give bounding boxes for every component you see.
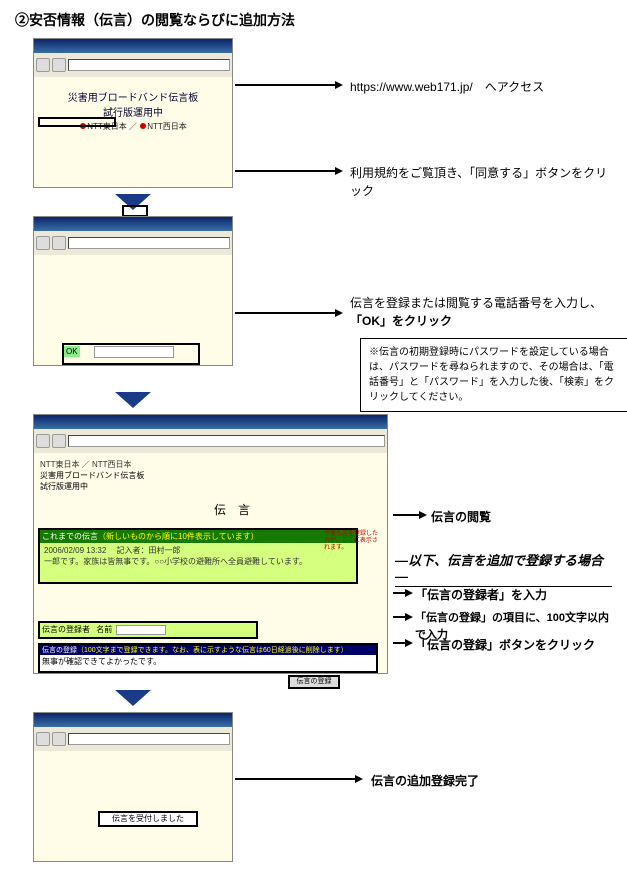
ie-titlebar [34, 217, 232, 231]
msglist-title-note: （新しいものから順に10件表示しています） [98, 532, 259, 541]
msginput-title-text: 伝言の登録 [42, 647, 77, 654]
highlight-url [38, 117, 116, 127]
arrow-2 [235, 170, 335, 172]
msginput-content: 無事が確認できてよかったです。 [40, 655, 376, 668]
step-3: NTT東日本 ／ NTT西日本 災害用ブロードバンド伝言板 試行版運用中 伝 言… [15, 414, 612, 684]
arrow-7 [393, 642, 405, 644]
ie-body-2: OK [34, 255, 232, 365]
ie-titlebar [34, 39, 232, 53]
ss3-ntt: NTT東日本 ／ NTT西日本 [40, 459, 381, 470]
message-input-box: 伝言の登録（100文字まで登録できます。なお、表に示すような伝言は60日経過後に… [38, 643, 378, 673]
right-red-note: 今後も言を登録した方が、ここに表示されます。 [324, 531, 378, 571]
arrow-5 [393, 592, 405, 594]
body-title-1: 災害用ブロードバンド伝言板 [38, 89, 228, 104]
ie-addressbar [68, 733, 230, 745]
ie-back-icon [36, 58, 50, 72]
msg-date: 2006/02/09 13:32 [44, 546, 106, 555]
msg-name: 田村一郎 [149, 546, 181, 555]
phone-line2: 「OK」をクリック [350, 312, 627, 330]
arrow-8 [235, 778, 355, 780]
ss3-header: NTT東日本 ／ NTT西日本 災害用ブロードバンド伝言板 試行版運用中 [38, 457, 383, 494]
msginput-title: 伝言の登録（100文字まで登録できます。なお、表に示すような伝言は60日経過後に… [40, 645, 376, 655]
screenshot-1: 災害用ブロードバンド伝言板 試行版運用中 NTT東日本 ／ NTT西日本 [33, 38, 233, 188]
ntt-west: NTT西日本 [147, 122, 187, 131]
desc-phone: 伝言を登録または閲覧する電話番号を入力し、 「OK」をクリック ※伝言の初期登録… [350, 294, 627, 412]
ie-fwd-icon [52, 434, 66, 448]
dengon-heading: 伝 言 [214, 501, 250, 518]
screenshot-3: NTT東日本 ／ NTT西日本 災害用ブロードバンド伝言板 試行版運用中 伝 言… [33, 414, 388, 674]
desc-view: 伝言の閲覧 [431, 508, 491, 526]
msglist-title-text: これまでの伝言 [42, 532, 98, 541]
desc-agree: 利用規約をご覧頂き、「同意する」ボタンをクリック [350, 164, 612, 200]
msglist-content: 2006/02/09 13:32 記入者：田村一郎 一郎です。家族は皆無事です。… [40, 543, 356, 569]
down-arrow-icon [115, 690, 151, 706]
ie-titlebar [34, 713, 232, 727]
password-note: ※伝言の初期登録時にパスワードを設定している場合は、パスワードを尋ねられますので… [360, 338, 627, 412]
mid-divider-label: ―以下、伝言を追加で登録する場合― [395, 550, 612, 587]
down-arrow-icon [115, 392, 151, 408]
ie-toolbar [34, 727, 232, 751]
ss3-sub2: 試行版運用中 [40, 481, 381, 492]
page-title: ②安否情報（伝言）の閲覧ならびに追加方法 [15, 10, 612, 30]
arrow-4 [393, 514, 419, 516]
ie-back-icon [36, 236, 50, 250]
ie-titlebar [34, 415, 387, 429]
screenshot-4: 伝言を受付しました [33, 712, 233, 862]
registrant-label: 伝言の登録者 [40, 623, 92, 636]
ie-fwd-icon [52, 58, 66, 72]
ok-label-mini: OK [64, 346, 80, 357]
dot-icon [140, 123, 146, 129]
ie-fwd-icon [52, 732, 66, 746]
ie-toolbar [34, 429, 387, 453]
ie-toolbar [34, 231, 232, 255]
ie-addressbar [68, 59, 230, 71]
url-suffix: へアクセス [485, 80, 544, 94]
phone-field-mini [94, 346, 174, 358]
step-2: OK 伝言を登録または閲覧する電話番号を入力し、 「OK」をクリック ※伝言の初… [15, 216, 612, 386]
msg-name-lbl: 記入者： [117, 546, 149, 555]
url-text: https://www.web171.jp/ [350, 80, 473, 94]
msglist-title: これまでの伝言（新しいものから順に10件表示しています） [40, 530, 356, 543]
ie-toolbar [34, 53, 232, 77]
name-label: 名前 [94, 623, 114, 636]
arrow-1 [235, 84, 335, 86]
registrant-row: 伝言の登録者 名前 [38, 621, 258, 639]
desc-register-btn: 「伝言の登録」ボタンをクリック [415, 636, 595, 654]
screenshot-2: OK [33, 216, 233, 366]
ie-body-1: 災害用ブロードバンド伝言板 試行版運用中 NTT東日本 ／ NTT西日本 [34, 77, 232, 187]
confirmation-box: 伝言を受付しました [98, 811, 198, 827]
ie-addressbar [68, 435, 385, 447]
ie-back-icon [36, 434, 50, 448]
arrow-3 [235, 312, 335, 314]
name-field-mini [116, 625, 166, 635]
msginput-title-note: （100文字まで登録できます。なお、表に示すような伝言は60日経過後に削除します… [77, 647, 348, 654]
desc-registrant: 「伝言の登録者」を入力 [415, 586, 547, 604]
msg-body: 一郎です。家族は皆無事です。○○小学校の避難所へ全員避難しています。 [44, 557, 307, 566]
ss3-sub1: 災害用ブロードバンド伝言板 [40, 470, 381, 481]
ie-body-3: NTT東日本 ／ NTT西日本 災害用ブロードバンド伝言板 試行版運用中 伝 言… [34, 453, 387, 673]
phone-line1: 伝言を登録または閲覧する電話番号を入力し、 [350, 294, 627, 312]
message-list-box: これまでの伝言（新しいものから順に10件表示しています） 2006/02/09 … [38, 528, 358, 584]
step-4: 伝言を受付しました 伝言の追加登録完了 [15, 712, 612, 872]
desc-complete: 伝言の追加登録完了 [371, 772, 479, 790]
ie-fwd-icon [52, 236, 66, 250]
step-1: 災害用ブロードバンド伝言板 試行版運用中 NTT東日本 ／ NTT西日本 htt… [15, 38, 612, 188]
arrow-6 [393, 616, 405, 618]
ie-addressbar [68, 237, 230, 249]
ie-body-4: 伝言を受付しました [34, 751, 232, 861]
register-button-mini: 伝言の登録 [288, 675, 340, 689]
desc-url: https://www.web171.jp/ へアクセス [350, 78, 544, 96]
ie-back-icon [36, 732, 50, 746]
